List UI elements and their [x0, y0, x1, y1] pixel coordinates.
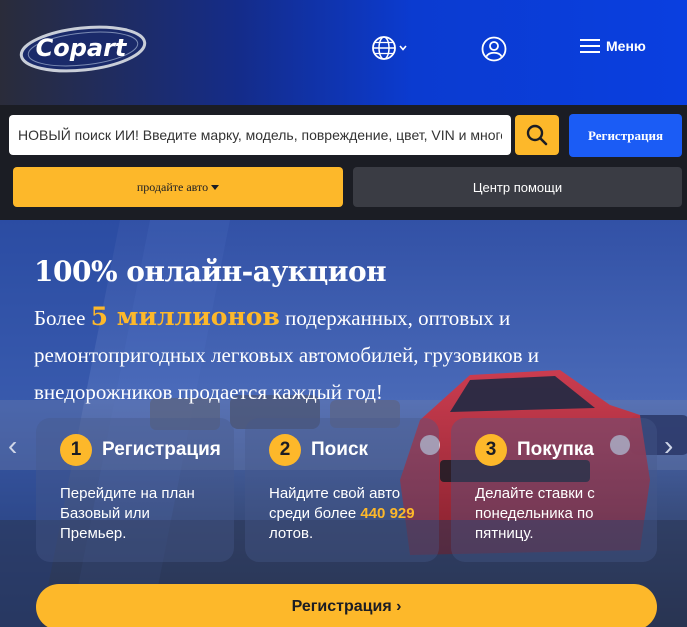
copart-logo[interactable]: Copart: [18, 24, 148, 74]
search-icon: [526, 124, 548, 146]
hamburger-icon: [580, 39, 600, 53]
lot-count: 440 929: [360, 505, 415, 522]
step-title: Покупка: [517, 439, 594, 460]
chevron-down-icon: [399, 45, 407, 51]
globe-icon: [372, 36, 396, 60]
hero-register-button[interactable]: Регистрация ›: [36, 584, 657, 627]
carousel-prev-icon[interactable]: ‹: [8, 430, 17, 462]
step-card-register: 1 Регистрация Перейдите на план Базовый …: [36, 418, 234, 562]
step-card-buy: 3 Покупка Делайте ставки с понедельника …: [451, 418, 657, 562]
hero-description: Более 5 миллионов подержанных, оптовых и…: [34, 298, 614, 411]
step-number: 1: [60, 434, 92, 466]
step-description: Найдите свой авто среди более 440 929 ло…: [269, 484, 439, 544]
step-title: Регистрация: [102, 439, 221, 460]
sell-car-button[interactable]: продайте авто: [13, 167, 343, 207]
step-number: 3: [475, 434, 507, 466]
menu-label: Меню: [606, 38, 646, 54]
top-header: Copart Меню: [0, 0, 687, 105]
step-description: Делайте ставки с понедельника по пятницу…: [475, 485, 595, 542]
hero-text-before: Более: [34, 306, 91, 330]
help-center-button[interactable]: Центр помощи: [353, 167, 682, 207]
menu-button[interactable]: Меню: [580, 38, 646, 54]
svg-text:Copart: Copart: [36, 34, 128, 62]
step-desc-after: лотов.: [269, 525, 314, 542]
caret-down-icon: [211, 184, 220, 190]
search-input[interactable]: [9, 115, 511, 155]
hero-section: 100% онлайн-аукцион Более 5 миллионов по…: [0, 220, 687, 627]
language-selector[interactable]: [371, 34, 411, 62]
step-title: Поиск: [311, 439, 369, 460]
step-description: Перейдите на план Базовый или Премьер.: [60, 485, 195, 542]
sell-car-label: продайте авто: [136, 179, 209, 194]
user-icon[interactable]: [481, 36, 507, 62]
search-button[interactable]: [515, 115, 559, 155]
step-number: 2: [269, 434, 301, 466]
step-card-search: 2 Поиск Найдите свой авто среди более 44…: [245, 418, 439, 562]
hero-title: 100% онлайн-аукцион: [34, 255, 387, 288]
hero-highlight: 5 миллионов: [90, 302, 280, 331]
carousel-next-icon[interactable]: ›: [664, 430, 673, 462]
register-button[interactable]: Регистрация: [569, 114, 682, 157]
